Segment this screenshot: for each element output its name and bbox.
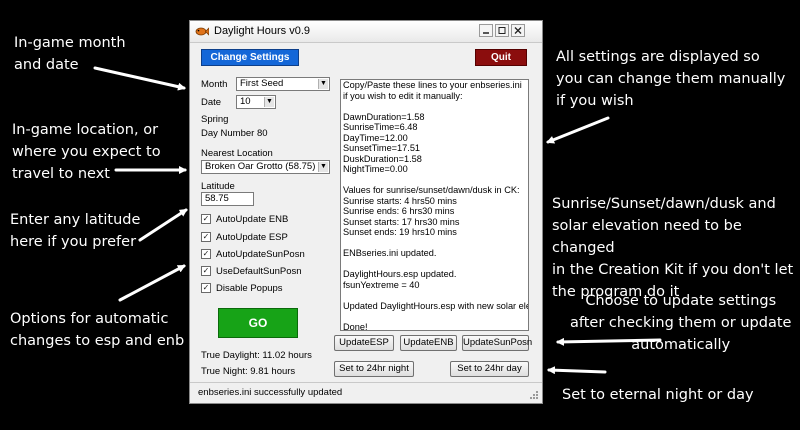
change-settings-button[interactable]: Change Settings <box>201 49 299 66</box>
true-night-text: True Night: 9.81 hours <box>201 366 296 377</box>
maximize-button[interactable] <box>495 24 509 37</box>
checkbox-label: AutoUpdateSunPosn <box>216 249 305 260</box>
minimize-icon <box>483 32 489 34</box>
day-number-text: Day Number 80 <box>201 128 268 139</box>
annotation-latitude: Enter any latitude here if you prefer <box>10 212 141 250</box>
season-text: Spring <box>201 114 229 125</box>
nearest-location-value: Broken Oar Grotto (58.75) <box>205 161 316 172</box>
arrow-latitude <box>138 208 188 242</box>
arrow-eternal <box>547 366 607 375</box>
check-icon: ✓ <box>201 266 211 276</box>
annotation-options: Options for automatic changes to esp and… <box>10 311 185 349</box>
window-title: Daylight Hours v0.9 <box>214 25 310 37</box>
resize-grip-icon[interactable] <box>529 390 539 400</box>
set-24hr-night-button[interactable]: Set to 24hr night <box>334 361 414 377</box>
log-line: Sunrise starts: 4 hrs50 mins <box>343 195 457 206</box>
checkbox-label: AutoUpdate ENB <box>216 214 289 225</box>
log-line: Updated DaylightHours.esp with new solar… <box>343 300 528 311</box>
log-line: DuskDuration=1.58 <box>343 153 422 164</box>
log-line: SunsetTime=17.51 <box>343 143 421 153</box>
latitude-label: Latitude <box>201 181 235 192</box>
title-bar[interactable]: Daylight Hours v0.9 <box>190 21 542 43</box>
close-button[interactable] <box>511 24 525 37</box>
arrow-settings <box>546 116 610 144</box>
month-value: First Seed <box>240 78 284 89</box>
status-text: enbseries.ini successfully updated <box>198 387 343 398</box>
go-button[interactable]: GO <box>218 308 298 338</box>
fish-icon <box>195 27 209 36</box>
arrow-options <box>118 264 186 302</box>
nearest-location-select[interactable]: Broken Oar Grotto (58.75) ▼ <box>201 160 330 174</box>
update-esp-button[interactable]: UpdateESP <box>334 335 394 351</box>
log-line: SunriseTime=6.48 <box>343 122 418 132</box>
quit-button[interactable]: Quit <box>475 49 527 66</box>
check-icon: ✓ <box>201 232 211 242</box>
check-icon: ✓ <box>201 214 211 224</box>
annotation-update: Choose to update settings after checking… <box>570 293 792 353</box>
log-line: DaylightHours.esp updated. <box>343 269 457 279</box>
log-line: ENBseries.ini updated. <box>343 248 437 258</box>
true-daylight-text: True Daylight: 11.02 hours <box>201 350 312 361</box>
log-line: Done! <box>343 321 368 331</box>
annotation-settings: All settings are displayed so you can ch… <box>556 49 786 109</box>
date-label: Date <box>201 97 222 108</box>
log-line: Sunset ends: 19 hrs10 mins <box>343 227 457 237</box>
log-line: if you wish to edit it manually: <box>343 90 463 101</box>
month-select[interactable]: First Seed ▼ <box>236 77 330 91</box>
set-24hr-day-button[interactable]: Set to 24hr day <box>450 361 529 377</box>
annotation-creation-kit: Sunrise/Sunset/dawn/dusk and solar eleva… <box>552 196 794 300</box>
date-value: 10 <box>240 96 251 107</box>
close-icon <box>514 27 522 34</box>
log-line: Sunset starts: 17 hrs30 mins <box>343 216 460 227</box>
minimize-button[interactable] <box>479 24 493 37</box>
check-icon: ✓ <box>201 283 211 293</box>
log-line: Copy/Paste these lines to your enbseries… <box>343 80 522 90</box>
log-line: DayTime=12.00 <box>343 132 408 143</box>
chevron-down-icon: ▼ <box>264 97 274 107</box>
month-label: Month <box>201 79 228 90</box>
log-line: NightTime=0.00 <box>343 164 408 174</box>
checkbox-label: AutoUpdate ESP <box>216 232 288 243</box>
check-icon: ✓ <box>201 249 211 259</box>
annotation-eternal: Set to eternal night or day <box>562 387 754 403</box>
checkbox-label: UseDefaultSunPosn <box>216 266 302 277</box>
log-line: fsunYextreme = 40 <box>343 279 420 290</box>
settings-log-textarea[interactable]: Copy/Paste these lines to your enbseries… <box>340 79 529 331</box>
nearest-location-label: Nearest Location <box>201 148 273 159</box>
maximize-icon <box>498 27 506 34</box>
app-window: Daylight Hours v0.9 Change Settings Quit… <box>189 20 543 404</box>
annotation-location: In-game location, or where you expect to… <box>12 122 161 182</box>
checkbox-label: Disable Popups <box>216 283 283 294</box>
log-line: Values for sunrise/sunset/dawn/dusk in C… <box>343 185 520 195</box>
update-enb-button[interactable]: UpdateENB <box>400 335 457 351</box>
chevron-down-icon: ▼ <box>318 79 328 89</box>
log-line: Sunrise ends: 6 hrs30 mins <box>343 206 455 216</box>
annotation-month-date: In-game month and date <box>14 35 126 73</box>
log-line: DawnDuration=1.58 <box>343 111 425 122</box>
update-sunposn-button[interactable]: UpdateSunPosn <box>462 335 532 351</box>
date-select[interactable]: 10 ▼ <box>236 95 276 109</box>
status-bar: enbseries.ini successfully updated <box>190 382 542 403</box>
latitude-input[interactable]: 58.75 <box>201 192 254 206</box>
chevron-down-icon: ▼ <box>318 162 328 172</box>
